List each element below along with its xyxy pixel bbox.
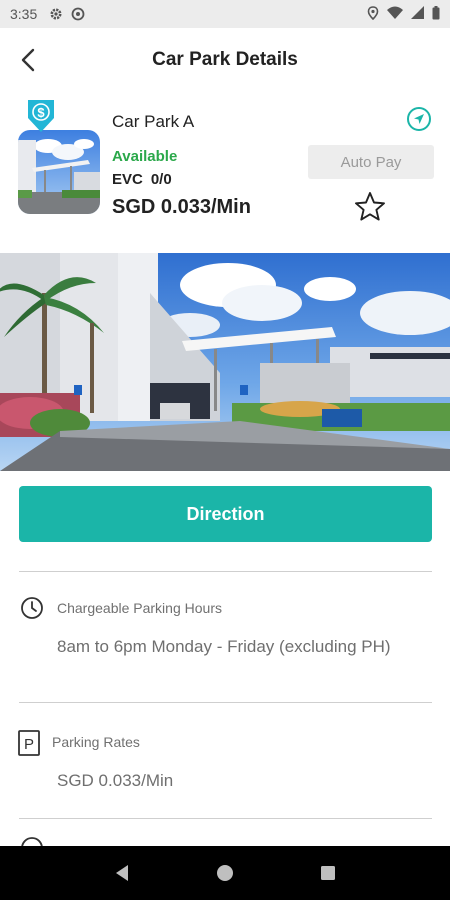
section-title-hours: Chargeable Parking Hours	[57, 600, 222, 616]
parking-icon: P	[18, 730, 42, 756]
nav-home-button[interactable]	[213, 861, 237, 885]
status-time: 3:35	[10, 6, 38, 22]
back-button[interactable]	[14, 46, 42, 74]
auto-pay-button[interactable]: Auto Pay	[308, 145, 434, 179]
evc-value: 0/0	[150, 171, 172, 188]
evc-info: EVC 0/0	[112, 171, 172, 188]
square-recents-icon	[321, 866, 336, 880]
divider	[19, 702, 432, 703]
availability-status: Available	[112, 148, 178, 165]
section-body-hours: 8am to 6pm Monday - Friday (excluding PH…	[57, 637, 391, 656]
favorite-star-icon[interactable]	[353, 190, 387, 224]
section-body-rates: SGD 0.033/Min	[57, 771, 174, 790]
circle-home-icon	[216, 865, 233, 881]
car-park-photo	[0, 253, 450, 471]
evc-label: EVC	[112, 171, 143, 188]
badge-symbol: $	[37, 105, 45, 120]
nav-back-button[interactable]	[110, 861, 134, 885]
section-title-rates: Parking Rates	[52, 734, 140, 750]
wifi-icon	[387, 6, 403, 22]
gear-icon	[49, 7, 63, 21]
divider	[19, 818, 432, 819]
divider	[19, 571, 432, 572]
status-icons-right	[367, 5, 440, 23]
location-icon	[367, 5, 379, 23]
navigate-icon[interactable]	[406, 106, 432, 132]
car-park-thumbnail[interactable]	[18, 130, 100, 214]
status-bar: 3:35	[0, 0, 450, 28]
page-title: Car Park Details	[152, 49, 298, 70]
nav-recents-button[interactable]	[316, 861, 340, 885]
info-icon	[20, 836, 44, 846]
triangle-back-icon	[115, 865, 128, 881]
at-sign-icon	[71, 7, 85, 21]
car-park-name: Car Park A	[112, 112, 195, 131]
car-park-info: $ Car Park A Available EVC 0/0 SGD 0.033/…	[0, 92, 450, 252]
direction-button[interactable]: Direction	[19, 486, 432, 542]
rate-text: SGD 0.033/Min	[112, 196, 251, 218]
chevron-left-icon	[21, 48, 35, 72]
parking-letter: P	[24, 736, 34, 753]
clock-icon	[20, 596, 44, 620]
battery-icon	[432, 5, 440, 23]
app-header: Car Park Details	[0, 28, 450, 92]
signal-icon	[411, 6, 424, 22]
system-nav-bar	[0, 846, 450, 900]
payment-badge-icon: $	[26, 98, 56, 134]
